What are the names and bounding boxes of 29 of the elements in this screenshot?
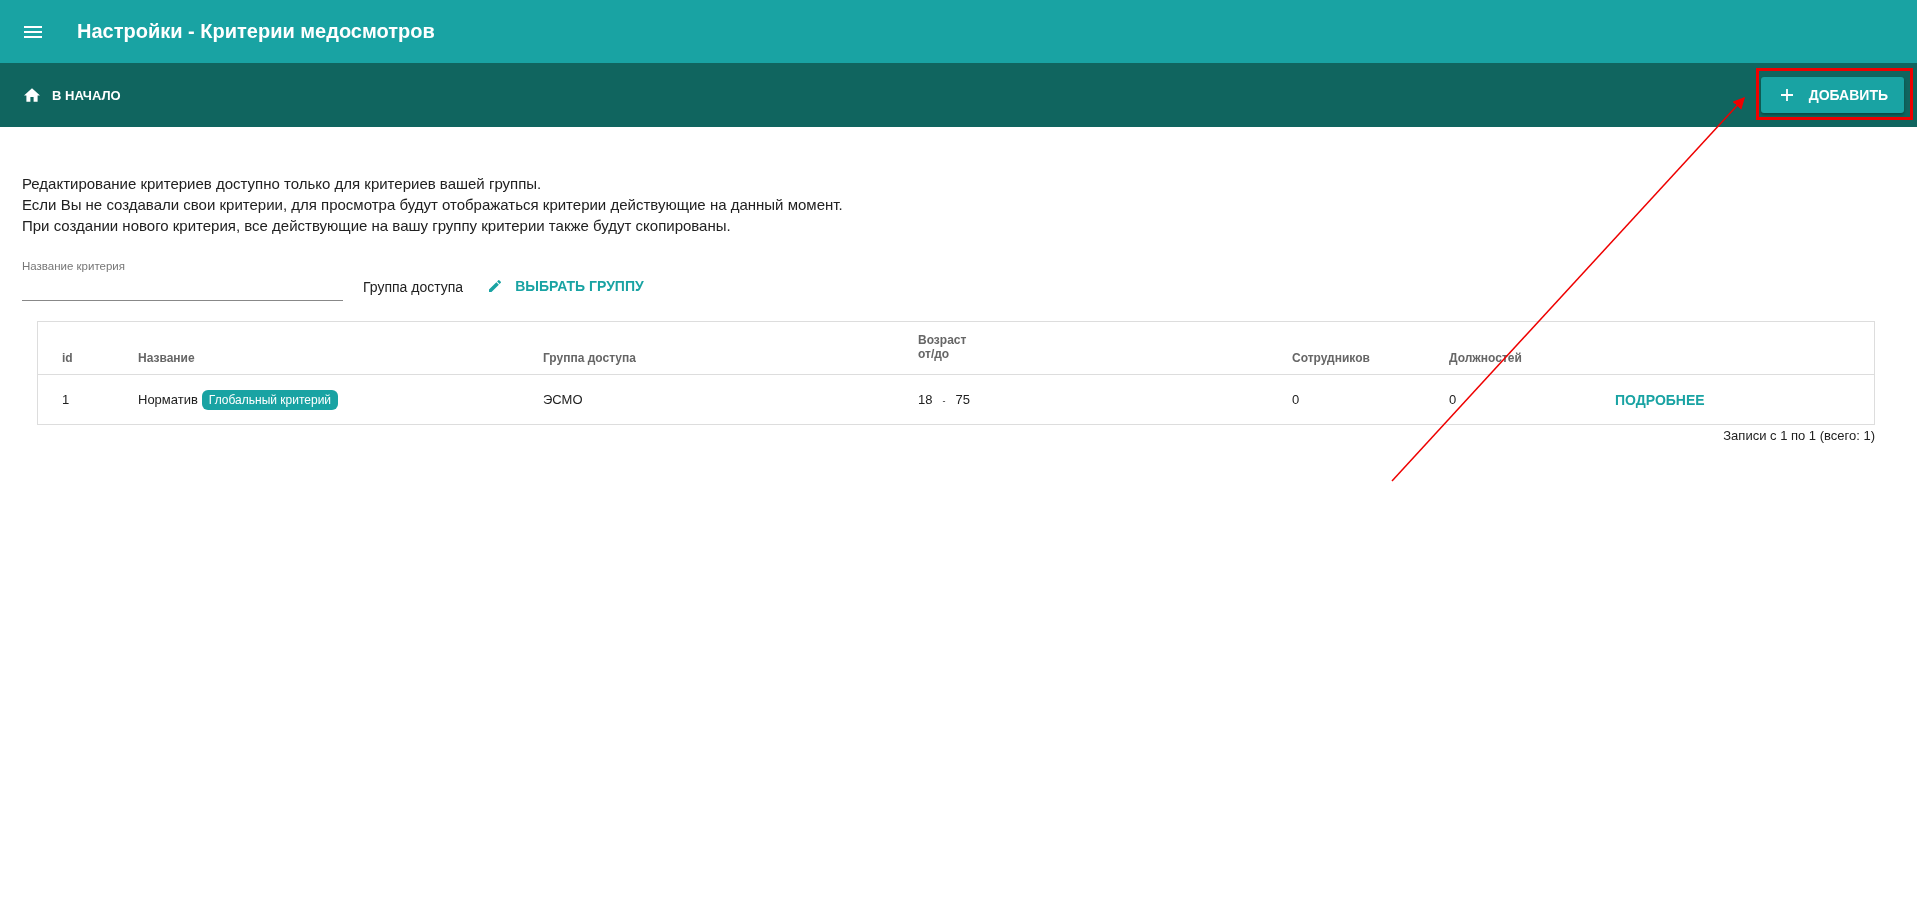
age-from: 18 <box>918 392 933 407</box>
column-header: Возраст от/до <box>918 332 968 363</box>
menu-icon[interactable] <box>24 25 42 38</box>
age-separator: - <box>942 396 946 406</box>
home-icon <box>24 88 40 102</box>
table-cell-text: 1 <box>61 392 71 407</box>
group-label: Группа доступа <box>363 279 464 295</box>
global-badge: Глобальный критерий <box>201 389 339 410</box>
add-button[interactable]: ДОБАВИТЬ <box>1760 77 1904 113</box>
notice-text: Редактирование критериев доступно только для критериев вашей группы. <box>22 174 543 194</box>
column-header: Сотрудников <box>1292 351 1371 367</box>
criterion-name: Норматив <box>138 392 198 407</box>
notice-text: Если Вы не создавали свои критерии, для просмотра будут отображаться критерии действующие на данный момент. <box>22 195 844 215</box>
table-cell-text: 0 <box>1449 392 1458 407</box>
notice-text: При создании нового критерия, все действующие на вашу группу критерии также будут скопированы. <box>22 216 732 236</box>
records-count: Записи с 1 по 1 (всего: 1) <box>1723 428 1875 443</box>
name-input-field[interactable]: Название критерия <box>22 260 343 301</box>
column-header: Название <box>138 351 196 367</box>
plus-icon <box>1780 89 1793 101</box>
age-to: 75 <box>955 392 970 407</box>
table-cell-text: 0 <box>1292 392 1301 407</box>
pencil-icon <box>487 278 504 294</box>
column-header: id <box>61 351 74 367</box>
details-link[interactable]: ПОДРОБНЕЕ <box>1615 391 1705 408</box>
page-title: Настройки - Критерии медосмотров <box>77 20 435 43</box>
table-cell-text: ЭСМО <box>543 392 584 407</box>
column-header: Группа доступа <box>543 351 637 367</box>
home-link[interactable]: В НАЧАЛО <box>24 87 121 103</box>
select-group-button[interactable]: ВЫБРАТЬ ГРУППУ <box>481 274 650 298</box>
